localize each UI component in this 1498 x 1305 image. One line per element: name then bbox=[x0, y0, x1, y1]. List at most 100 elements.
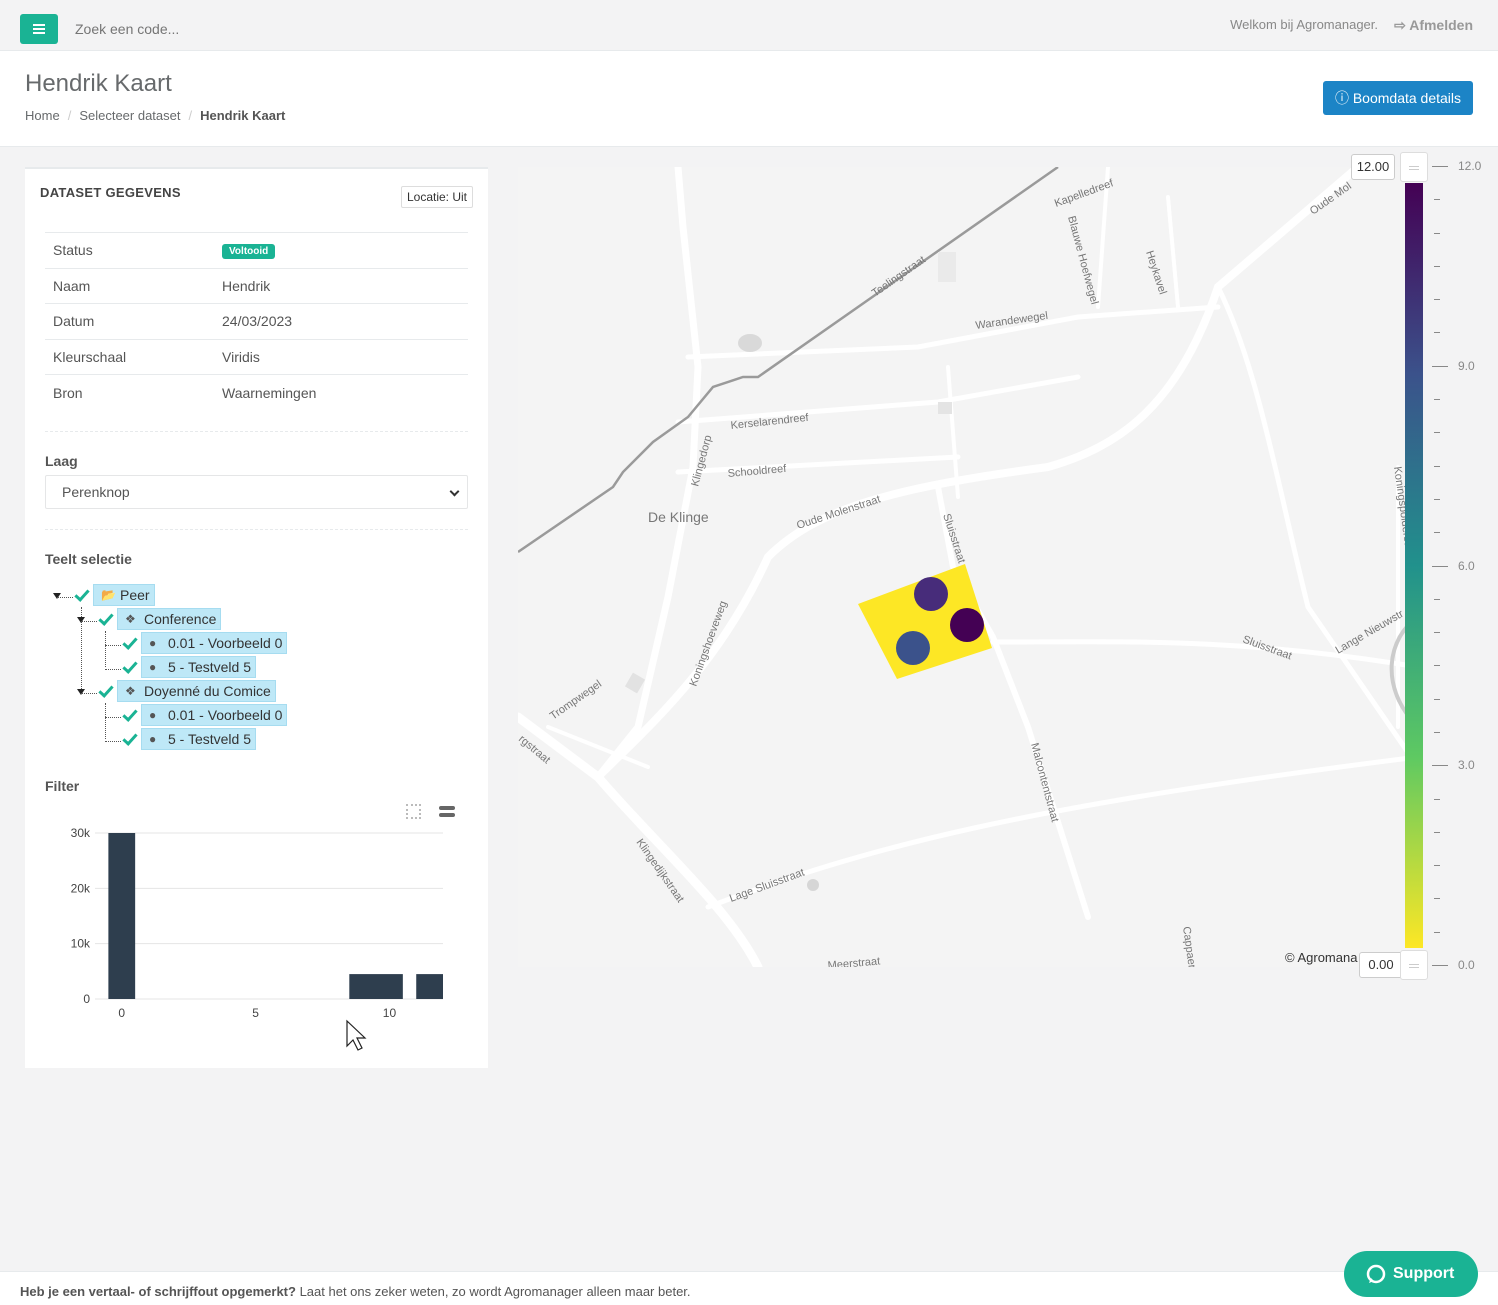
colorbar-tick bbox=[1434, 865, 1440, 867]
colorbar-tick bbox=[1434, 931, 1440, 933]
colorbar-tick bbox=[1434, 831, 1440, 833]
divider bbox=[45, 431, 468, 432]
drop-icon: ● bbox=[149, 708, 157, 722]
max-value-box[interactable]: 12.00 bbox=[1351, 154, 1395, 180]
map-label: Blauwe Hoefwegel bbox=[1065, 215, 1100, 306]
min-slider-handle[interactable] bbox=[1400, 950, 1428, 980]
colorbar-tick bbox=[1434, 498, 1440, 500]
check-icon[interactable] bbox=[74, 586, 90, 602]
chevron-down-icon bbox=[449, 486, 460, 497]
colorbar-tick bbox=[1434, 265, 1440, 267]
max-slider-handle[interactable] bbox=[1400, 152, 1428, 182]
info-key: Datum bbox=[45, 303, 222, 339]
tree-data-details-button[interactable]: ⓘ Boomdata details bbox=[1323, 81, 1473, 115]
map-label: Trompwegel bbox=[548, 678, 604, 722]
breadcrumb-select-dataset[interactable]: Selecteer dataset bbox=[79, 108, 180, 123]
collapse-icon[interactable] bbox=[53, 593, 61, 599]
colorbar bbox=[1405, 183, 1423, 948]
tree-node-conference[interactable]: ❖ Conference bbox=[117, 608, 222, 630]
colorbar-tick bbox=[1434, 299, 1440, 301]
colorbar-tick-label: 0.0 bbox=[1458, 958, 1475, 972]
breadcrumb: Home / Selecteer dataset / Hendrik Kaart bbox=[25, 108, 286, 123]
leaf-icon: ❖ bbox=[125, 684, 136, 698]
status-badge: Voltooid bbox=[222, 244, 276, 260]
check-icon[interactable] bbox=[122, 706, 138, 722]
location-toggle-button[interactable]: Locatie: Uit bbox=[401, 186, 473, 208]
colorbar-tick-label: 12.0 bbox=[1458, 159, 1482, 173]
colorbar-tick bbox=[1434, 432, 1440, 434]
colorbar-tick bbox=[1432, 765, 1448, 767]
footer-text: Laat het ons zeker weten, zo wordt Agrom… bbox=[295, 1284, 691, 1299]
check-icon[interactable] bbox=[98, 682, 114, 698]
y-tick-label: 0 bbox=[83, 992, 90, 1006]
colorbar-tick bbox=[1434, 199, 1440, 201]
colorbar-tick bbox=[1434, 665, 1440, 667]
tree-node-doyenne[interactable]: ❖ Doyenné du Comice bbox=[117, 680, 276, 702]
x-tick-label: 5 bbox=[252, 1006, 259, 1020]
x-tick-label: 10 bbox=[383, 1006, 397, 1020]
breadcrumb-current: Hendrik Kaart bbox=[200, 108, 286, 123]
table-row: Bron Waarnemingen bbox=[45, 374, 468, 410]
breadcrumb-home[interactable]: Home bbox=[25, 108, 60, 123]
colorbar-tick-label: 6.0 bbox=[1458, 558, 1475, 573]
histogram-bar bbox=[108, 833, 136, 999]
colorbar-tick bbox=[1434, 731, 1440, 733]
map-canvas[interactable]: Kapelledreef Blauwe Hoefwegel Heykavel O… bbox=[518, 167, 1418, 967]
check-icon[interactable] bbox=[98, 610, 114, 626]
map-label: Cappaer bbox=[1180, 926, 1198, 967]
collapse-icon[interactable] bbox=[77, 617, 85, 623]
footer-bold: Heb je een vertaal- of schrijffout opgem… bbox=[20, 1284, 296, 1299]
tree-node-field[interactable]: ● 5 - Testveld 5 bbox=[141, 728, 257, 750]
drop-icon: ● bbox=[149, 660, 157, 674]
filter-histogram[interactable]: 0 10k 20k 30k 0 5 10 bbox=[25, 819, 488, 1059]
info-value: Waarnemingen bbox=[222, 374, 468, 410]
collapse-icon[interactable] bbox=[77, 689, 85, 695]
map-label: Heykavel bbox=[1143, 249, 1168, 296]
crop-selection-label: Teelt selectie bbox=[45, 551, 132, 567]
tree-node-field[interactable]: ● 0.01 - Voorbeeld 0 bbox=[141, 632, 288, 654]
table-row: Status Voltooid bbox=[45, 232, 468, 268]
info-value: Hendrik bbox=[222, 267, 468, 304]
box-select-icon[interactable] bbox=[406, 804, 421, 819]
panel-title: DATASET GEGEVENS bbox=[40, 185, 181, 200]
filter-label: Filter bbox=[45, 778, 80, 794]
check-icon[interactable] bbox=[122, 658, 138, 674]
dataset-info-table: Status Voltooid Naam Hendrik Datum 24/03/20… bbox=[45, 232, 468, 410]
map[interactable]: Kapelledreef Blauwe Hoefwegel Heykavel O… bbox=[518, 167, 1418, 967]
divider bbox=[45, 529, 468, 530]
colorbar-tick bbox=[1434, 898, 1440, 900]
menu-toggle-button[interactable] bbox=[20, 14, 58, 44]
tree-node-field[interactable]: ● 5 - Testveld 5 bbox=[141, 656, 257, 678]
map-label: Lage Sluisstraat bbox=[728, 867, 806, 905]
y-tick-label: 30k bbox=[71, 826, 91, 840]
check-icon[interactable] bbox=[122, 634, 138, 650]
colorbar-tick-label: 9.0 bbox=[1458, 358, 1475, 373]
check-icon[interactable] bbox=[122, 730, 138, 746]
colorbar-tick bbox=[1432, 965, 1448, 966]
page-header: Hendrik Kaart Home / Selecteer dataset / Hen… bbox=[0, 51, 1498, 147]
colorbar-tick bbox=[1432, 166, 1448, 167]
drop-icon: ● bbox=[149, 732, 157, 746]
colorbar-tick bbox=[1432, 365, 1448, 367]
table-row: Kleurschaal Viridis bbox=[45, 338, 468, 375]
map-attribution: © Agromana bbox=[1285, 950, 1358, 965]
colorbar-tick bbox=[1434, 798, 1440, 800]
x-tick-label: 0 bbox=[118, 1006, 125, 1020]
tree-node-peer[interactable]: 📂 Peer bbox=[93, 584, 155, 606]
tree-node-field[interactable]: ● 0.01 - Voorbeeld 0 bbox=[141, 704, 288, 726]
info-value: Viridis bbox=[222, 338, 468, 375]
colorbar-tick bbox=[1434, 332, 1440, 334]
pan-icon[interactable] bbox=[439, 806, 455, 818]
layer-select[interactable]: Perenknop bbox=[45, 475, 468, 509]
support-button[interactable]: Support bbox=[1344, 1251, 1478, 1297]
chat-icon bbox=[1366, 1264, 1386, 1284]
histogram-bar bbox=[416, 974, 443, 999]
info-key: Status bbox=[45, 232, 222, 268]
logout-link[interactable]: ⇨ Afmelden bbox=[1394, 17, 1473, 34]
search-input[interactable] bbox=[75, 14, 475, 44]
layer-label: Laag bbox=[45, 453, 78, 469]
min-value-box[interactable]: 0.00 bbox=[1359, 952, 1403, 978]
y-tick-label: 20k bbox=[71, 881, 91, 895]
colorbar-tick-label: 3.0 bbox=[1458, 758, 1475, 773]
table-row: Datum 24/03/2023 bbox=[45, 303, 468, 339]
